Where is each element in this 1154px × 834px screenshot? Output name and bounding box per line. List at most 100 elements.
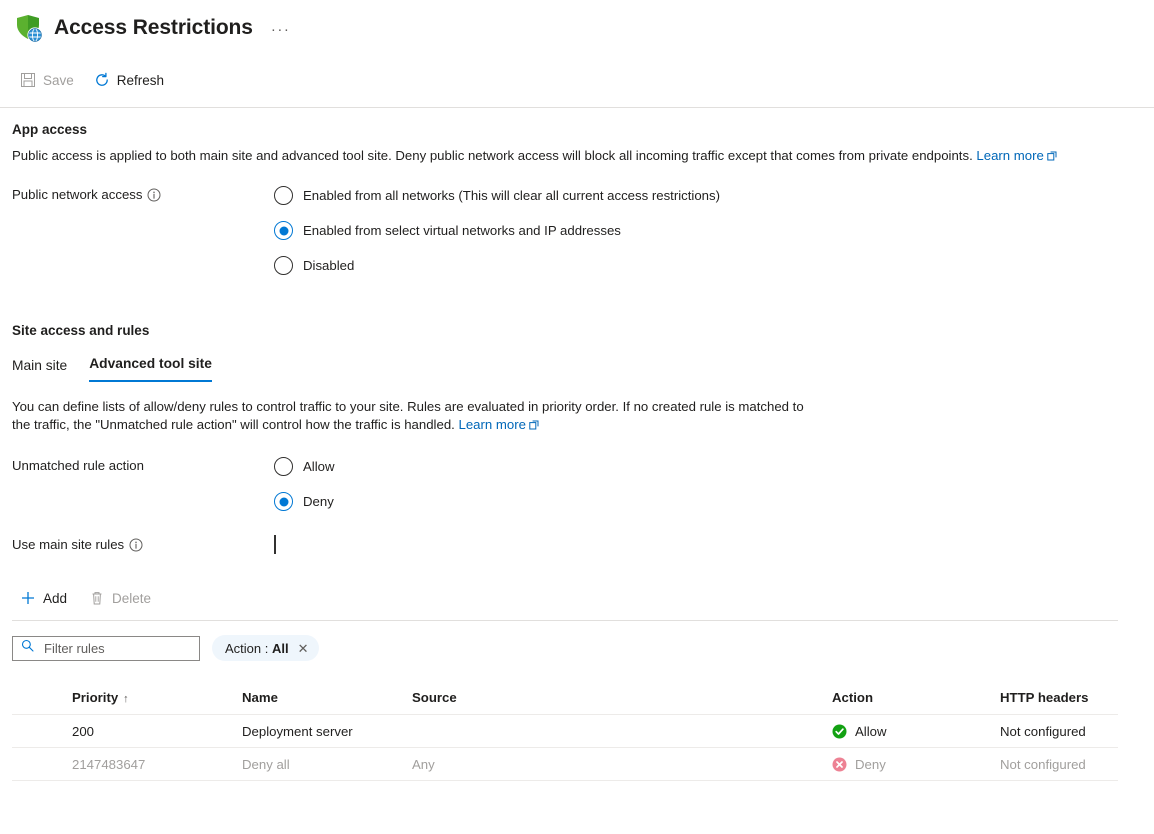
tab-main-site[interactable]: Main site [12, 358, 67, 382]
public-network-access-row: Public network access Enabled from all n… [12, 186, 1142, 275]
command-bar: Save Refresh [0, 62, 1154, 98]
cell-action-label: Allow [855, 723, 887, 739]
table-header-row: Priority ↑ Name Source Action HTTP header… [12, 681, 1118, 715]
radio-indicator [274, 186, 293, 205]
refresh-icon [94, 72, 110, 88]
cell-action: Allow [832, 724, 1000, 739]
rules-table: Priority ↑ Name Source Action HTTP header… [12, 681, 1118, 781]
column-header-priority-label: Priority [72, 690, 119, 705]
site-access-description: You can define lists of allow/deny rules… [12, 398, 812, 435]
tab-advanced-tool-site[interactable]: Advanced tool site [89, 356, 212, 382]
column-header-name[interactable]: Name [242, 690, 412, 705]
cell-source: Any [412, 756, 435, 772]
save-button[interactable]: Save [12, 65, 82, 95]
radio-label: Enabled from select virtual networks and… [303, 223, 621, 238]
action-filter-pill-value: All [271, 640, 289, 656]
rules-toolbar-divider [12, 620, 1118, 621]
site-access-learn-more-label: Learn more [458, 417, 526, 432]
cell-name: Deployment server [242, 723, 353, 739]
table-row[interactable]: 200 Deployment server Allow Not configur… [12, 715, 1118, 748]
cell-action-label: Deny [855, 756, 886, 772]
site-tabs: Main site Advanced tool site [12, 356, 1142, 382]
external-link-icon [529, 417, 539, 435]
radio-label: Deny [303, 494, 334, 509]
close-icon[interactable]: ✕ [297, 642, 310, 655]
app-access-learn-more-link[interactable]: Learn more [976, 148, 1043, 163]
cell-name: Deny all [242, 756, 290, 772]
app-access-description: Public access is applied to both main si… [12, 147, 1072, 166]
radio-label: Disabled [303, 258, 355, 273]
page-header: Access Restrictions ··· [0, 0, 1154, 48]
use-main-site-rules-checkbox[interactable] [274, 535, 276, 554]
unmatched-rule-action-label: Unmatched rule action [12, 457, 274, 473]
radio-enabled-select-networks[interactable]: Enabled from select virtual networks and… [274, 221, 621, 240]
shield-globe-icon [12, 12, 44, 44]
app-access-title: App access [12, 122, 88, 137]
trash-icon [89, 590, 105, 606]
command-bar-divider [0, 107, 1154, 108]
radio-disabled[interactable]: Disabled [274, 256, 354, 275]
public-network-access-label: Public network access [12, 186, 274, 202]
page-title: Access Restrictions [54, 16, 253, 39]
refresh-button-label: Refresh [116, 72, 165, 88]
cell-http-headers: Not configured [1000, 723, 1086, 739]
site-access-title: Site access and rules [12, 323, 150, 338]
cell-http-headers: Not configured [1000, 756, 1086, 772]
action-filter-pill-label: Action : [225, 640, 269, 656]
search-icon [21, 639, 34, 657]
rules-toolbar: Add Delete [12, 582, 1142, 614]
refresh-button[interactable]: Refresh [86, 65, 172, 95]
deny-x-icon [832, 757, 847, 772]
tab-advanced-tool-site-label: Advanced tool site [89, 356, 212, 371]
rules-filter-row: Action : All ✕ [12, 635, 1142, 661]
delete-rule-button[interactable]: Delete [81, 583, 159, 613]
column-header-priority[interactable]: Priority ↑ [72, 690, 242, 705]
allow-check-icon [832, 724, 847, 739]
column-header-source[interactable]: Source [412, 690, 832, 705]
external-link-icon [1047, 148, 1057, 166]
use-main-site-rules-row: Use main site rules [12, 535, 1142, 554]
cell-action: Deny [832, 757, 1000, 772]
action-filter-pill-text: Action : All [225, 641, 289, 656]
cell-priority: 2147483647 [72, 756, 146, 772]
public-network-access-options: Enabled from all networks (This will cle… [274, 186, 1142, 275]
tab-main-site-label: Main site [12, 358, 68, 373]
use-main-site-rules-label-text: Use main site rules [12, 537, 125, 552]
table-row[interactable]: 2147483647 Deny all Any Deny Not configu… [12, 748, 1118, 781]
save-floppy-icon [20, 72, 36, 88]
access-restrictions-page: Access Restrictions ··· Save Refresh App… [0, 0, 1154, 834]
cell-priority: 200 [72, 723, 95, 739]
unmatched-rule-action-label-text: Unmatched rule action [12, 458, 144, 473]
add-rule-button-label: Add [43, 590, 68, 606]
add-rule-button[interactable]: Add [12, 583, 75, 613]
use-main-site-rules-control [274, 535, 1142, 554]
site-access-description-text: You can define lists of allow/deny rules… [12, 399, 804, 432]
radio-indicator [274, 492, 293, 511]
unmatched-rule-action-options: Allow Deny [274, 457, 1142, 511]
info-icon[interactable] [147, 188, 161, 202]
delete-rule-button-label: Delete [112, 590, 152, 606]
unmatched-rule-action-row: Unmatched rule action Allow Deny [12, 457, 1142, 511]
more-options-button[interactable]: ··· [267, 22, 295, 37]
app-access-learn-more-label: Learn more [976, 148, 1044, 163]
info-icon[interactable] [129, 538, 143, 552]
use-main-site-rules-label: Use main site rules [12, 536, 274, 552]
radio-unmatched-deny[interactable]: Deny [274, 492, 334, 511]
radio-indicator [274, 221, 293, 240]
column-header-http-headers[interactable]: HTTP headers [1000, 690, 1118, 705]
sort-ascending-icon: ↑ [123, 693, 129, 705]
radio-indicator [274, 457, 293, 476]
radio-label: Enabled from all networks (This will cle… [303, 188, 721, 203]
action-filter-pill[interactable]: Action : All ✕ [212, 635, 319, 661]
search-input[interactable] [42, 639, 191, 657]
site-access-learn-more-link[interactable]: Learn more [459, 417, 526, 432]
plus-icon [20, 590, 36, 606]
filter-rules-search-box[interactable] [12, 635, 200, 661]
radio-label: Allow [303, 459, 335, 474]
public-network-access-label-text: Public network access [12, 187, 143, 202]
save-button-label: Save [43, 72, 74, 88]
radio-unmatched-allow[interactable]: Allow [274, 457, 335, 476]
app-access-description-text: Public access is applied to both main si… [12, 148, 973, 163]
column-header-action[interactable]: Action [832, 690, 1000, 705]
radio-enabled-all-networks[interactable]: Enabled from all networks (This will cle… [274, 186, 720, 205]
